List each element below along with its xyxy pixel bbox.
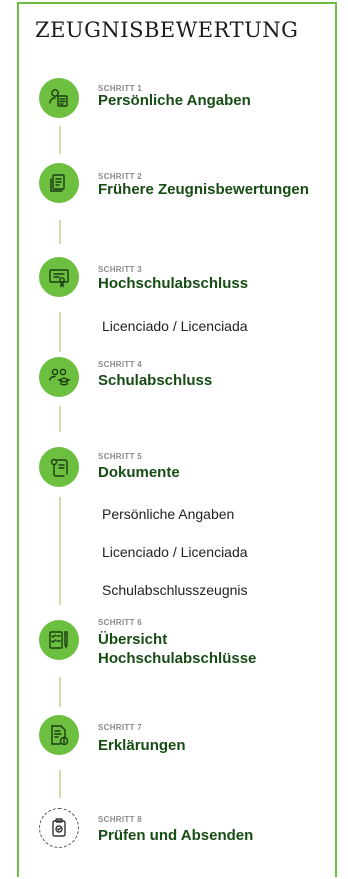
step-kicker: SCHRITT 5 <box>98 452 143 461</box>
clipboard-check-icon <box>39 808 79 848</box>
step-title-line2: Hochschulabschlüsse <box>98 650 257 667</box>
checklist-icon <box>39 620 79 660</box>
substep-link[interactable]: Schulabschlusszeugnis <box>102 582 248 598</box>
step-title: Hochschulabschluss <box>98 275 249 292</box>
step-title: Übersicht <box>98 631 168 648</box>
person-form-icon <box>39 78 79 118</box>
substep-link[interactable]: Licenciado / Licenciada <box>102 544 248 560</box>
step-kicker: SCHRITT 7 <box>98 723 143 732</box>
step-title: Dokumente <box>98 464 180 481</box>
scroll-icon <box>39 447 79 487</box>
connector <box>59 220 61 244</box>
step-kicker: SCHRITT 4 <box>98 360 143 369</box>
step-kicker: SCHRITT 8 <box>98 815 143 824</box>
connector <box>59 406 61 432</box>
step-title: Frühere Zeugnisbewertungen <box>98 181 309 198</box>
step-kicker: SCHRITT 3 <box>98 265 143 274</box>
step-title: Persönliche Angaben <box>98 92 251 109</box>
step-kicker: SCHRITT 6 <box>98 618 143 627</box>
documents-icon <box>39 163 79 203</box>
connector <box>59 312 61 352</box>
connector <box>59 677 61 707</box>
students-icon <box>39 357 79 397</box>
substep-link[interactable]: Licenciado / Licenciada <box>102 318 248 334</box>
page-title: ZEUGNISBEWERTUNG <box>35 18 299 42</box>
step-title: Prüfen und Absenden <box>98 827 254 844</box>
step-title: Erklärungen <box>98 737 186 754</box>
connector <box>59 770 61 798</box>
connector <box>59 126 61 154</box>
substep-link[interactable]: Persönliche Angaben <box>102 506 234 522</box>
connector <box>59 497 61 605</box>
certificate-icon <box>39 257 79 297</box>
step-title: Schulabschluss <box>98 372 213 389</box>
document-info-icon <box>39 715 79 755</box>
step-kicker: SCHRITT 2 <box>98 172 143 181</box>
